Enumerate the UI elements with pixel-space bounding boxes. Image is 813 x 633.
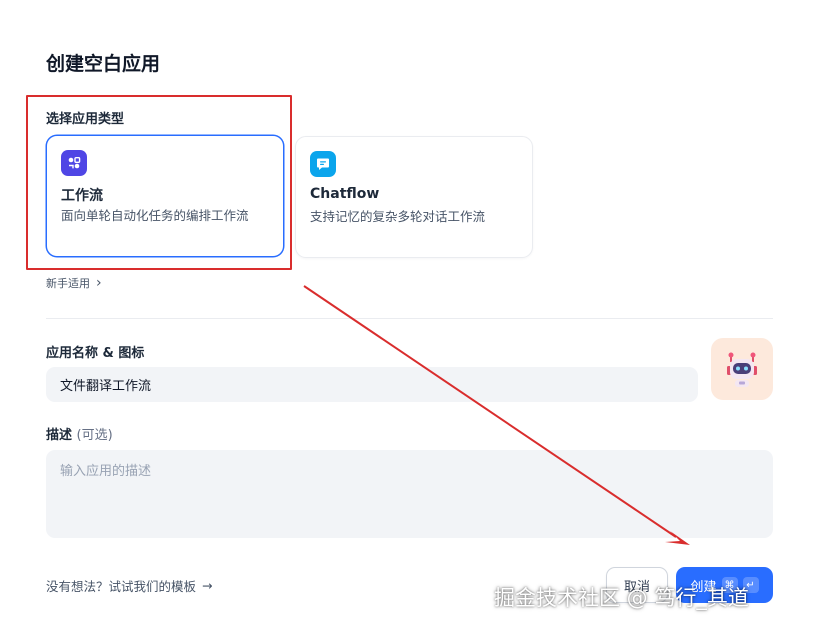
app-icon-picker[interactable] [711,338,773,400]
optional-hint: (可选) [76,428,113,443]
robot-icon [727,352,757,387]
app-type-name: 工作流 [61,188,103,204]
description-label-text: 描述 [46,428,73,443]
section-divider [46,318,773,319]
app-type-description: 面向单轮自动化任务的编排工作流 [61,208,249,223]
beginner-link-label: 新手适用 [46,277,90,290]
app-name-input[interactable] [46,367,698,402]
app-type-card-workflow[interactable]: 工作流 面向单轮自动化任务的编排工作流 [46,135,284,257]
chatflow-icon [310,151,336,177]
dialog-title: 创建空白应用 [46,53,161,75]
app-type-description: 支持记忆的复杂多轮对话工作流 [310,209,486,224]
description-label: 描述 (可选) [46,424,113,443]
chevron-right-icon: › [96,275,102,291]
app-name-label: 应用名称 & 图标 [46,346,145,361]
description-textarea[interactable] [46,450,773,538]
create-app-dialog: 创建空白应用 选择应用类型 工作流 面向单轮自动化任务的编排工作流 Chatfl… [0,0,813,633]
beginner-link[interactable]: 新手适用 › [46,275,102,291]
watermark-text: 掘金技术社区 @ 笃行_其道 [494,586,749,610]
app-type-card-chatflow[interactable]: Chatflow 支持记忆的复杂多轮对话工作流 [295,136,533,258]
arrow-right-icon: → [202,578,213,593]
app-type-name: Chatflow [310,186,380,202]
app-type-label: 选择应用类型 [46,112,125,127]
template-link[interactable]: 没有想法？试试我们的模板 → [46,576,213,595]
workflow-icon [61,150,87,176]
template-link-label: 没有想法？试试我们的模板 [46,579,197,594]
